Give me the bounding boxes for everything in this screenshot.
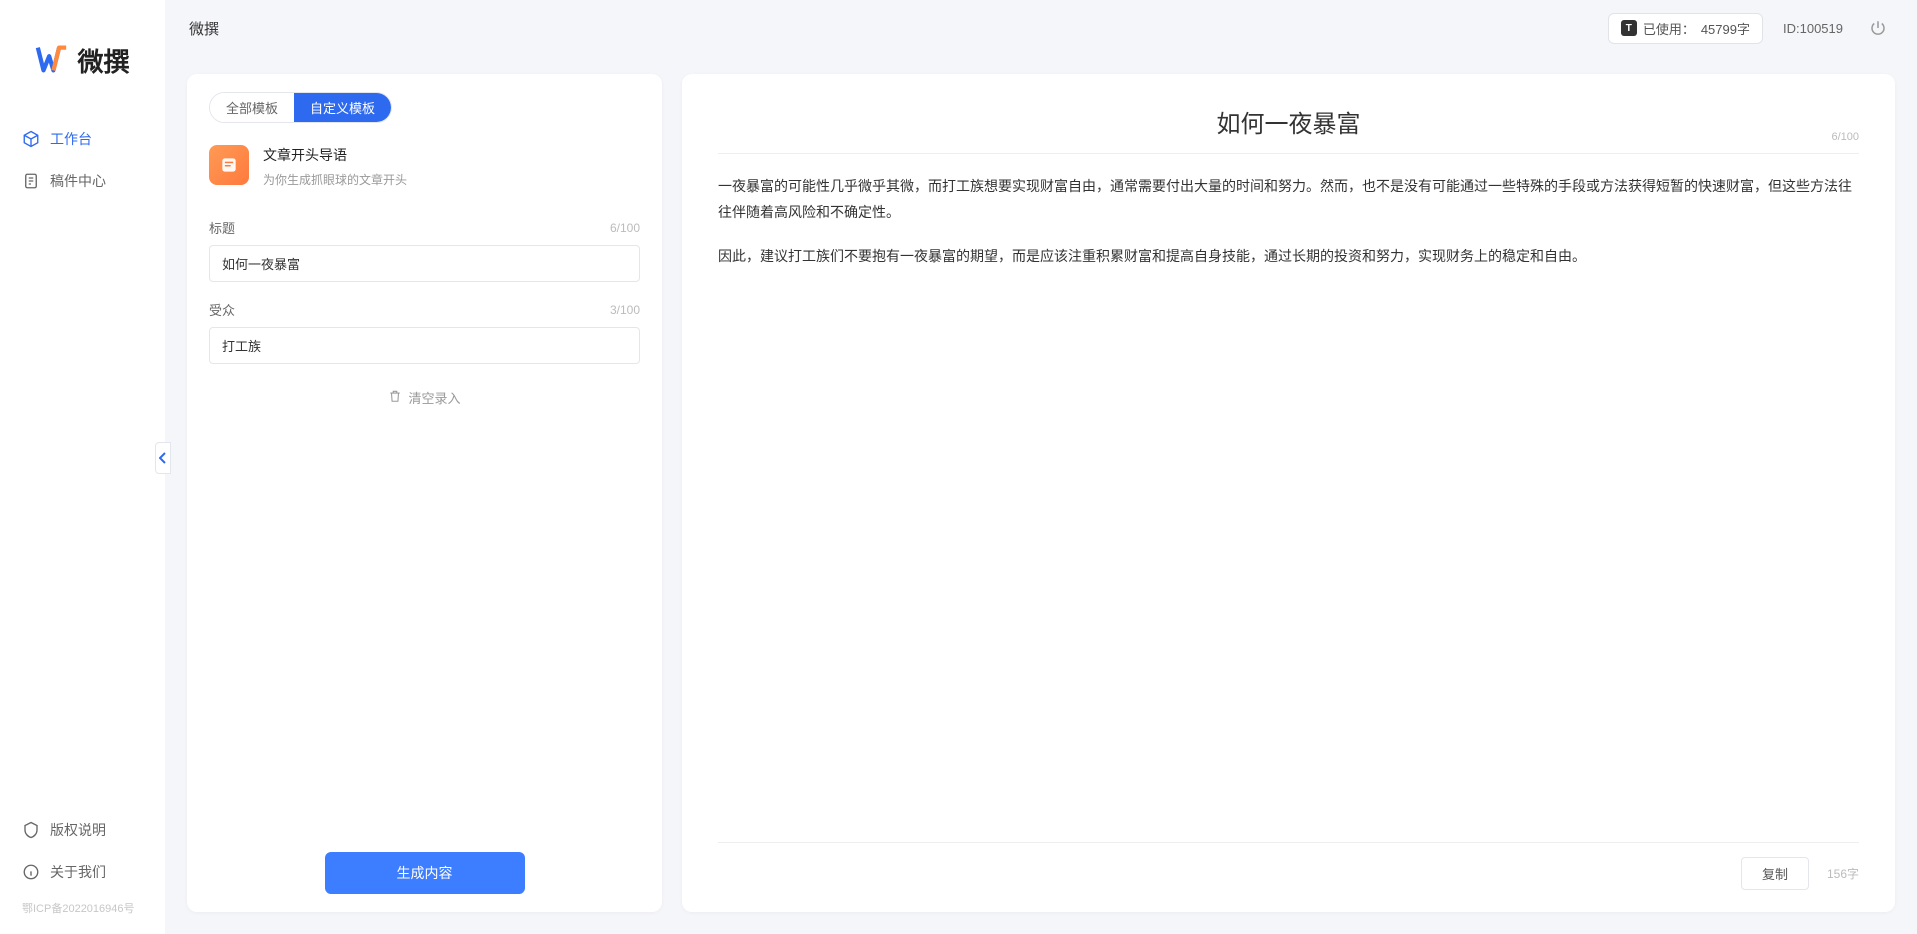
icp-text: 鄂ICP备2022016946号 (8, 894, 157, 924)
info-icon (22, 863, 40, 881)
cube-icon (22, 130, 40, 148)
power-button[interactable] (1863, 13, 1893, 43)
usage-label: 已使用： (1643, 19, 1695, 38)
template-name: 文章开头导语 (263, 145, 407, 165)
audience-input[interactable] (209, 327, 640, 364)
input-panel: 全部模板 自定义模板 文章开头导语 为你生成抓眼球的文章开头 标题 6/ (187, 74, 662, 912)
sidebar-item-label: 工作台 (50, 129, 92, 149)
text-icon: T (1621, 20, 1637, 36)
usage-value: 45799字 (1701, 19, 1750, 38)
usage-badge[interactable]: T 已使用： 45799字 (1608, 13, 1763, 44)
sidebar-item-label: 关于我们 (50, 862, 106, 882)
page-title: 微撰 (189, 18, 219, 39)
tab-all-templates[interactable]: 全部模板 (210, 93, 294, 122)
sidebar-item-about[interactable]: 关于我们 (8, 852, 157, 892)
output-paragraph: 因此，建议打工族们不要抱有一夜暴富的期望，而是应该注重积累财富和提高自身技能，通… (718, 244, 1859, 270)
user-id: ID:100519 (1783, 21, 1843, 36)
clear-label: 清空录入 (408, 388, 460, 407)
shield-icon (22, 821, 40, 839)
clear-input-button[interactable]: 清空录入 (209, 388, 640, 407)
sidebar-item-label: 稿件中心 (50, 171, 106, 191)
output-panel: 如何一夜暴富 6/100 一夜暴富的可能性几乎微乎其微，而打工族想要实现财富自由… (682, 74, 1895, 912)
template-icon (209, 145, 249, 185)
sidebar: 微撰 工作台 稿件中心 (0, 0, 165, 934)
sidebar-item-label: 版权说明 (50, 820, 106, 840)
output-word-count: 156字 (1827, 865, 1859, 882)
logo: 微撰 (0, 30, 165, 119)
template-card: 文章开头导语 为你生成抓眼球的文章开头 (209, 123, 640, 200)
audience-counter: 3/100 (610, 303, 640, 317)
sidebar-item-copyright[interactable]: 版权说明 (8, 810, 157, 850)
document-icon (22, 172, 40, 190)
template-desc: 为你生成抓眼球的文章开头 (263, 171, 407, 188)
output-title-counter: 6/100 (1831, 131, 1859, 143)
logo-icon (35, 42, 69, 79)
output-title: 如何一夜暴富 (718, 104, 1859, 139)
sidebar-item-workbench[interactable]: 工作台 (8, 119, 157, 159)
template-tabs: 全部模板 自定义模板 (209, 92, 392, 123)
nav: 工作台 稿件中心 (0, 119, 165, 201)
sidebar-item-drafts[interactable]: 稿件中心 (8, 161, 157, 201)
output-paragraph: 一夜暴富的可能性几乎微乎其微，而打工族想要实现财富自由，通常需要付出大量的时间和… (718, 174, 1859, 226)
collapse-sidebar-button[interactable] (155, 442, 171, 474)
audience-label: 受众 (209, 300, 235, 319)
generate-button[interactable]: 生成内容 (325, 852, 525, 894)
title-label: 标题 (209, 218, 235, 237)
copy-button[interactable]: 复制 (1741, 857, 1809, 890)
title-input[interactable] (209, 245, 640, 282)
header: 微撰 T 已使用： 45799字 ID:100519 (165, 0, 1917, 56)
logo-text: 微撰 (77, 42, 129, 79)
trash-icon (388, 389, 402, 406)
tab-custom-templates[interactable]: 自定义模板 (294, 93, 391, 122)
output-body: 一夜暴富的可能性几乎微乎其微，而打工族想要实现财富自由，通常需要付出大量的时间和… (718, 154, 1859, 308)
title-counter: 6/100 (610, 221, 640, 235)
